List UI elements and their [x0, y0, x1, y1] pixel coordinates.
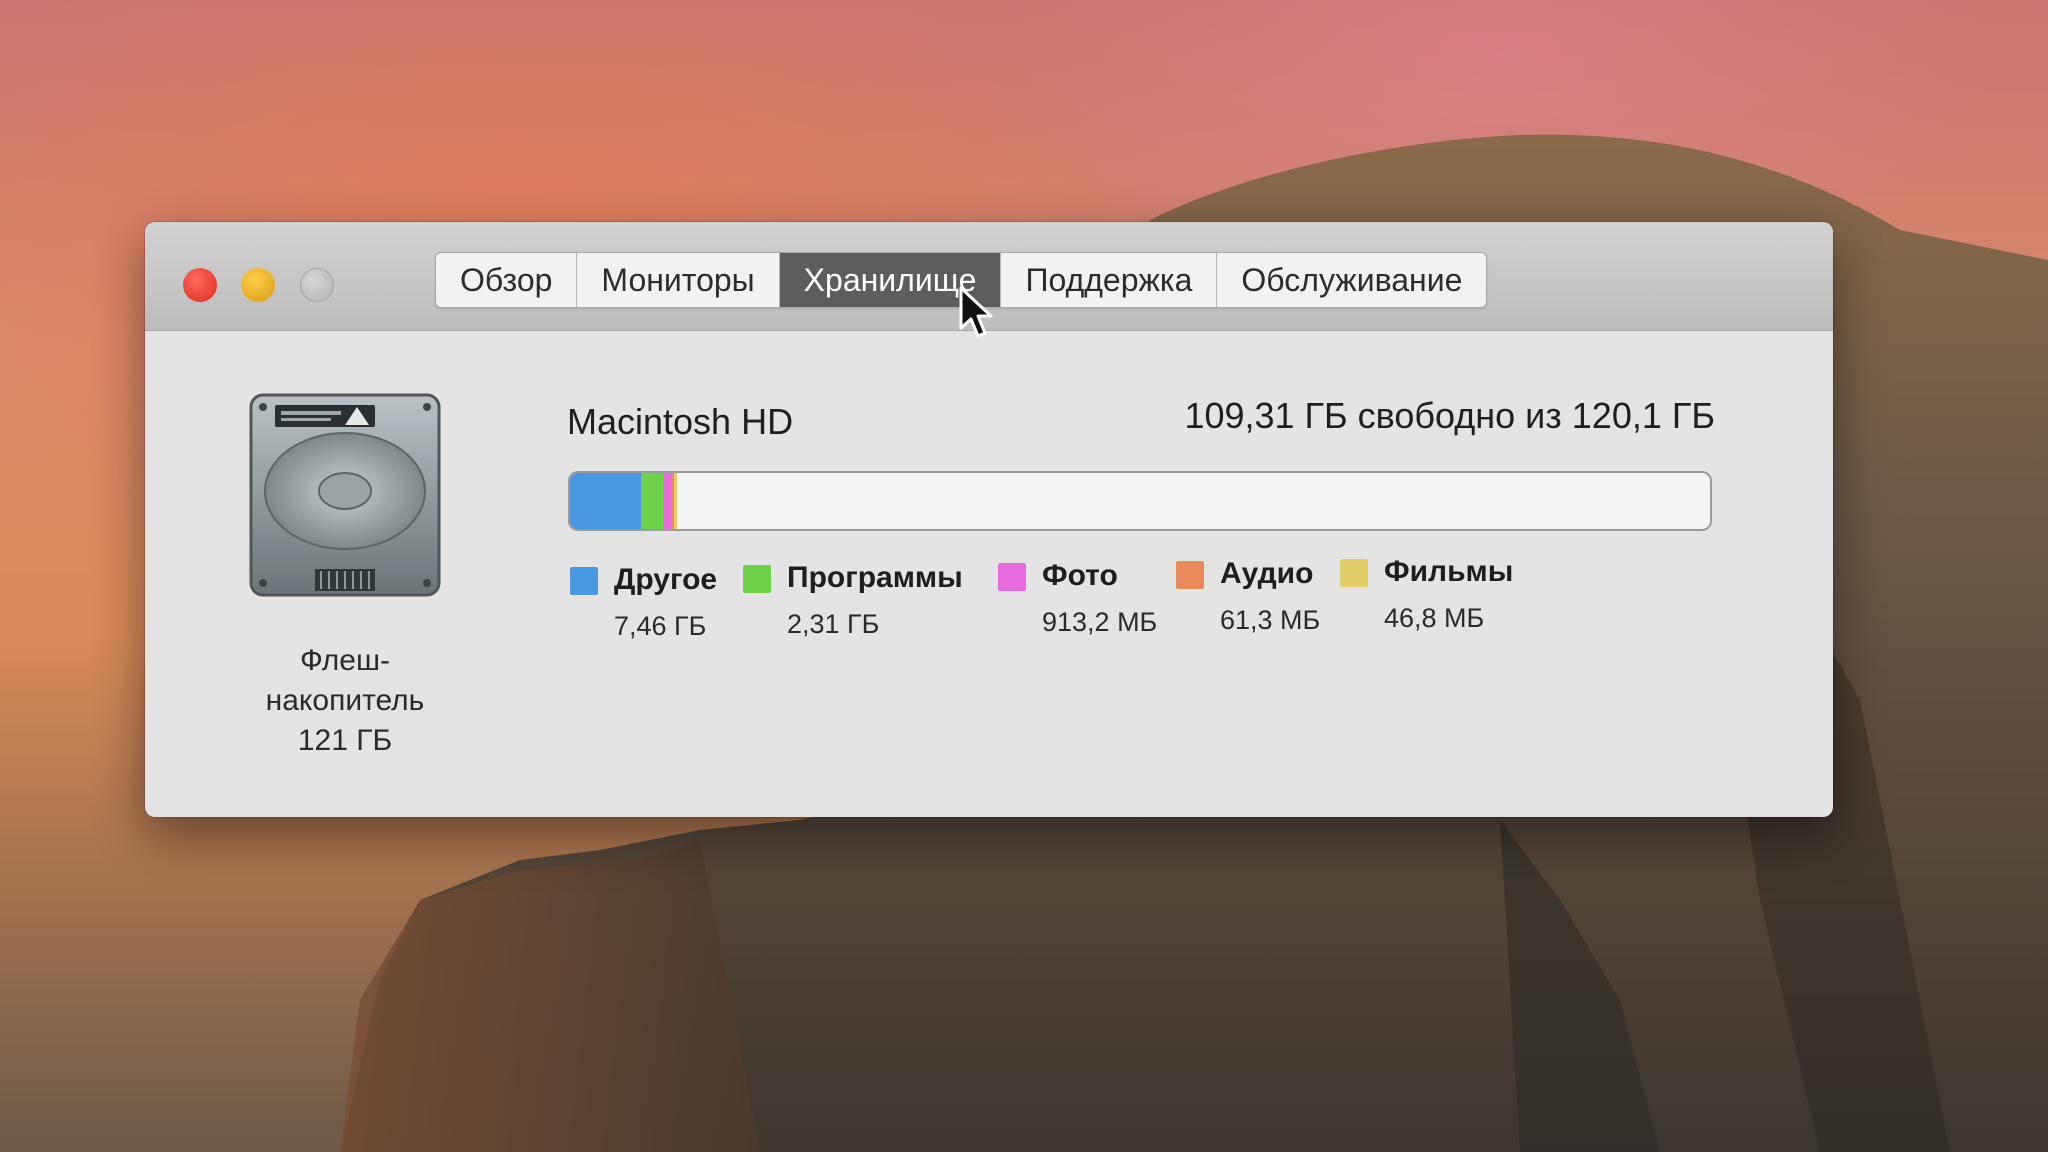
disk-label-line-1: Флеш- [299, 644, 391, 677]
legend-name: Фильмы [1384, 555, 1514, 588]
disk-label-line-2: накопитель [265, 684, 425, 717]
volume-free-space: 109,31 ГБ свободно из 120,1 ГБ [1184, 395, 1715, 436]
disk-description: Флеш- накопитель 121 ГБ [195, 641, 495, 761]
disk-label-line-3: 121 ГБ [297, 724, 393, 757]
legend-swatch [1176, 561, 1204, 589]
storage-usage-bar [568, 471, 1712, 531]
legend-size: 913,2 МБ [1042, 607, 1158, 637]
legend-name: Другое [614, 563, 718, 596]
usage-segment-2 [662, 473, 672, 529]
legend-swatch [743, 565, 771, 593]
legend-name: Фото [1042, 559, 1118, 592]
legend-name: Программы [787, 561, 963, 594]
tab-overview[interactable]: Обзор [436, 253, 578, 307]
legend-swatch [1340, 559, 1368, 587]
legend-name: Аудио [1220, 557, 1314, 590]
minimize-window-button[interactable] [241, 268, 275, 302]
storage-legend: Другое 7,46 ГБ Программы 2,31 ГБ Фото 913,2 М… [570, 555, 1720, 643]
close-window-button[interactable] [183, 268, 217, 302]
legend-size: 2,31 ГБ [787, 609, 880, 639]
usage-segment-1 [640, 473, 663, 529]
tab-support[interactable]: Поддержка [1001, 253, 1218, 307]
tab-displays[interactable]: Мониторы [577, 253, 780, 307]
legend-size: 7,46 ГБ [614, 611, 707, 641]
hard-drive-icon [249, 393, 441, 597]
tab-service[interactable]: Обслуживание [1217, 253, 1486, 307]
storage-panel: Флеш- накопитель 121 ГБ Macintosh HD 109… [145, 331, 1833, 817]
zoom-window-button[interactable] [300, 268, 334, 302]
legend-size: 46,8 МБ [1384, 603, 1485, 633]
volume-name: Macintosh HD [567, 401, 794, 442]
legend-size: 61,3 МБ [1220, 605, 1321, 635]
mouse-pointer-icon [959, 286, 993, 338]
usage-segment-0 [570, 473, 641, 529]
legend-swatch [570, 567, 598, 595]
legend-swatch [998, 563, 1026, 591]
usage-segment-4 [674, 473, 678, 529]
